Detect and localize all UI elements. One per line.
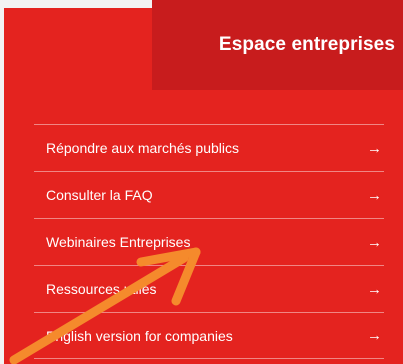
section-header: Espace entreprises — [152, 0, 403, 90]
arrow-right-icon: → — [367, 233, 382, 251]
menu-item-marches-publics[interactable]: Répondre aux marchés publics → — [34, 124, 384, 171]
arrow-right-icon: → — [367, 280, 382, 298]
menu-item-label: Répondre aux marchés publics — [46, 140, 239, 156]
entreprises-menu: Répondre aux marchés publics → Consulter… — [34, 124, 384, 359]
top-page-strip — [0, 0, 152, 8]
section-title: Espace entreprises — [218, 34, 395, 55]
arrow-right-icon: → — [367, 327, 382, 344]
menu-item-english-version[interactable]: English version for companies → — [34, 312, 384, 359]
menu-item-ressources[interactable]: Ressources utiles → — [34, 265, 384, 312]
arrow-right-icon: → — [367, 139, 382, 157]
menu-item-label: Webinaires Entreprises — [46, 234, 191, 250]
menu-item-label: Ressources utiles — [46, 281, 157, 297]
menu-item-webinaires[interactable]: Webinaires Entreprises → — [34, 218, 384, 265]
menu-item-label: Consulter la FAQ — [46, 187, 153, 203]
menu-item-faq[interactable]: Consulter la FAQ → — [34, 171, 384, 218]
menu-item-label: English version for companies — [46, 327, 233, 344]
arrow-right-icon: → — [367, 186, 382, 204]
